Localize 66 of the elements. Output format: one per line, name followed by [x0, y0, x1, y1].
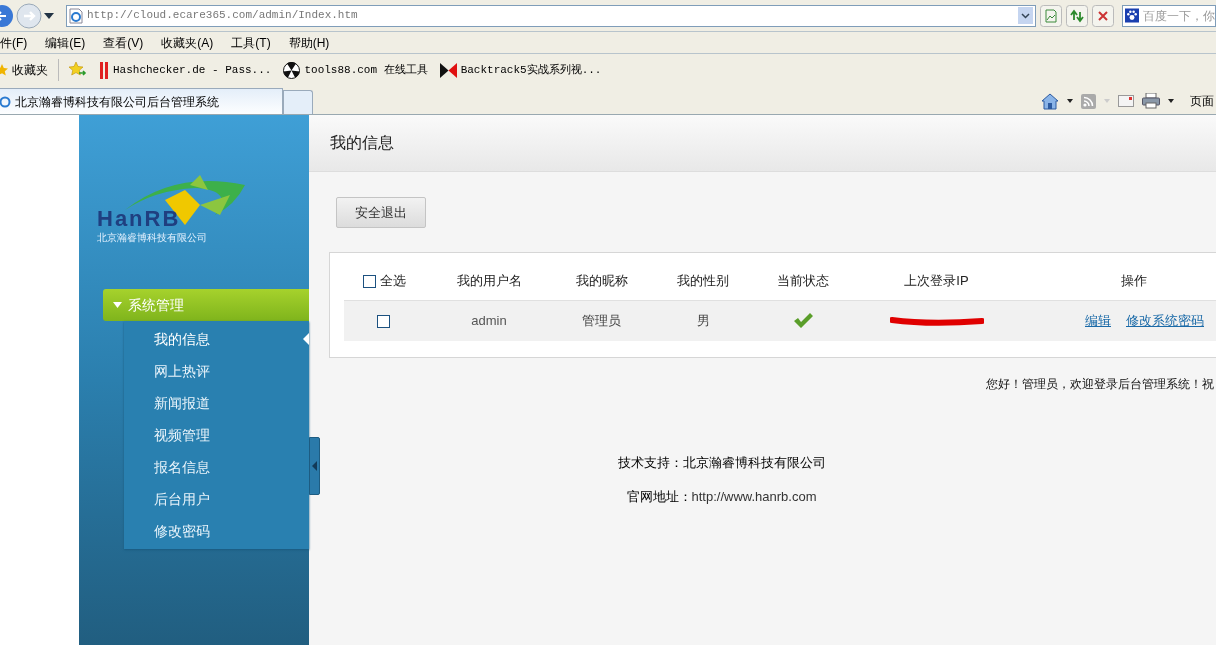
checkbox[interactable]: [377, 314, 390, 328]
home-icon[interactable]: [1041, 92, 1059, 110]
mail-icon[interactable]: [1118, 95, 1134, 107]
menu-item[interactable]: 工具(T): [231, 33, 271, 52]
submenu-item[interactable]: 视频管理: [124, 419, 309, 451]
left-arrow-icon: [312, 461, 317, 471]
logo-text: HanRB: [97, 207, 182, 230]
column-header: 我的用户名: [456, 272, 522, 291]
caret-icon: [113, 302, 122, 308]
submenu-item[interactable]: 网上热评: [124, 355, 309, 387]
printer-icon[interactable]: [1142, 93, 1160, 109]
column-header: 全选: [380, 272, 406, 291]
paw-icon: [1125, 7, 1139, 24]
menu-item[interactable]: 件(F): [0, 33, 28, 52]
action-link[interactable]: 编辑: [1085, 311, 1111, 331]
table-cell-text: 男: [696, 312, 710, 331]
submenu-item[interactable]: 后台用户: [124, 483, 309, 515]
collapse-handle[interactable]: [309, 437, 320, 495]
add-favorite-icon[interactable]: [69, 62, 87, 78]
table-cell-text: admin: [471, 312, 507, 331]
dropdown-icon[interactable]: [44, 12, 54, 19]
column-header: 我的性别: [677, 272, 729, 291]
column-header: 我的昵称: [575, 272, 628, 291]
radiation-icon: [283, 61, 301, 79]
column-header: 操作: [1121, 272, 1147, 291]
bowtie-icon: [439, 62, 457, 78]
page-icon: [0, 95, 11, 108]
footer-value: http://www.hanrb.com: [691, 487, 817, 506]
page-menu[interactable]: 页面: [1190, 92, 1214, 110]
logout-button[interactable]: 安全退出: [336, 197, 426, 228]
tab-title: 北京瀚睿博科技有限公司后台管理系统: [15, 93, 219, 111]
welcome-message: 您好！管理员，欢迎登录后台管理系统！祝: [986, 376, 1215, 393]
submenu-item[interactable]: 报名信息: [124, 451, 309, 483]
menu-item[interactable]: 收藏夹(A): [161, 33, 214, 52]
url-text: http://cloud.ecare365.com/admin/Index.htm: [87, 8, 358, 24]
feed-icon[interactable]: [1081, 93, 1096, 109]
browser-tab[interactable]: 北京瀚睿博科技有限公司后台管理系统: [0, 88, 283, 114]
search-placeholder: 百度一下，你: [1143, 7, 1215, 25]
menu-item[interactable]: 查看(V): [103, 33, 144, 52]
compatibility-icon[interactable]: [1040, 4, 1062, 27]
favorites-button[interactable]: 收藏夹: [12, 61, 48, 79]
dropdown-icon[interactable]: [1018, 7, 1033, 24]
address-field[interactable]: http://cloud.ecare365.com/admin/Index.htm: [66, 4, 1036, 27]
refresh-icon[interactable]: [1066, 4, 1088, 27]
column-header: 上次登录IP: [904, 272, 969, 291]
bars-icon: [99, 61, 109, 79]
column-header: 当前状态: [777, 272, 829, 291]
favorite-link[interactable]: Backtrack5实战系列视...: [460, 61, 602, 79]
action-link[interactable]: 修改系统密码: [1126, 311, 1204, 331]
footer-label: 官网地址：: [626, 487, 692, 506]
footer-label: 技术支持：: [617, 454, 683, 472]
caret-icon[interactable]: [1168, 99, 1174, 103]
favorite-link[interactable]: Hashchecker.de - Pass...: [113, 61, 272, 79]
logo-subtitle: 北京瀚睿博科技有限公司: [97, 230, 208, 245]
table-cell-text: 管理员: [582, 312, 621, 331]
menu-item[interactable]: 帮助(H): [288, 33, 330, 52]
checkbox[interactable]: [363, 274, 376, 288]
menu-item[interactable]: 编辑(E): [45, 33, 86, 52]
submenu-item[interactable]: 新闻报道: [124, 387, 309, 419]
page-icon: [69, 7, 83, 24]
favorite-link[interactable]: tools88.com 在线工具: [304, 61, 428, 79]
submenu-item[interactable]: 修改密码: [124, 515, 309, 547]
caret-icon[interactable]: [1067, 99, 1073, 103]
footer-value: 北京瀚睿博科技有限公司: [682, 454, 826, 472]
page-title: 我的信息: [330, 133, 394, 153]
close-icon[interactable]: [1092, 4, 1114, 27]
